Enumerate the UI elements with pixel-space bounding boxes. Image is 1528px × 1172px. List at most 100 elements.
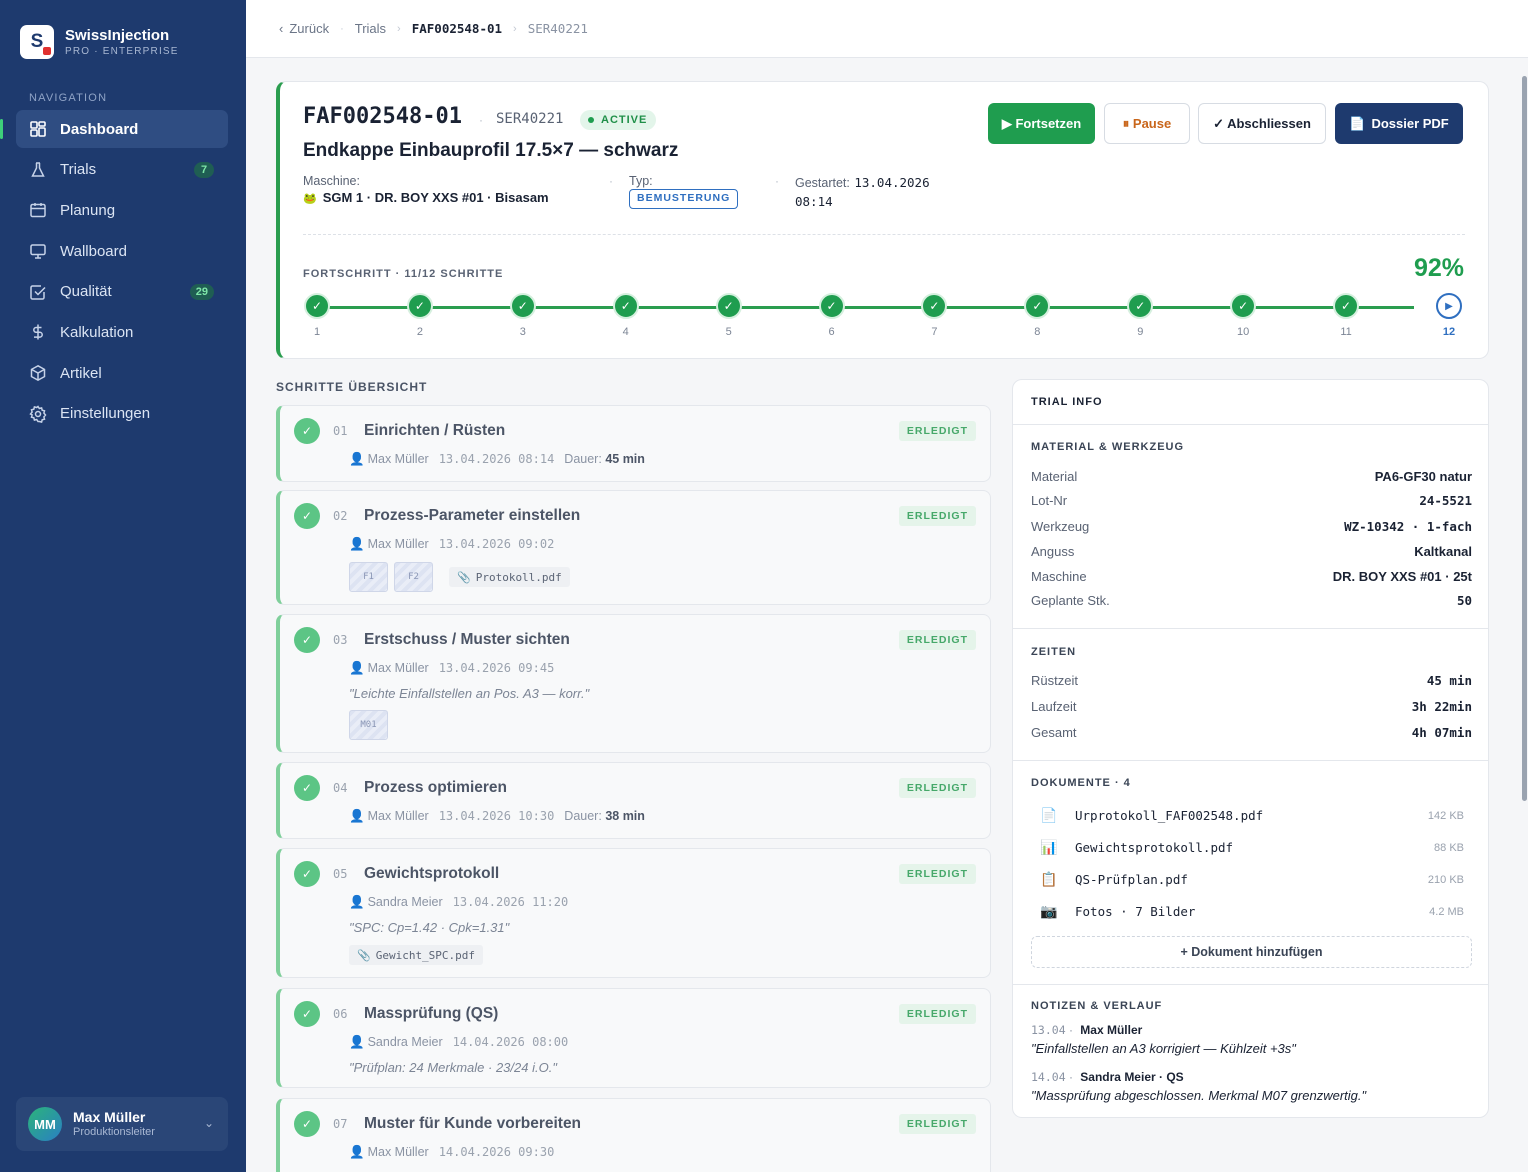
user-icon: 👤 — [349, 1035, 365, 1049]
step-done-indicator[interactable]: ✓ — [1024, 293, 1051, 319]
duration-value: 45 min — [605, 452, 645, 466]
step-meta: 👤 Max Müller 13.04.2026 09:02 — [349, 537, 554, 552]
brand[interactable]: S SwissInjection PRO · ENTERPRISE — [20, 25, 179, 59]
add-document-button[interactable]: + Dokument hinzufügen — [1031, 936, 1472, 968]
user-name: Max Müller — [73, 1109, 146, 1125]
time-value: 3h 22min — [1411, 699, 1472, 714]
step-user: Max Müller — [367, 452, 429, 466]
nav-item-kalkulation[interactable]: Kalkulation — [16, 313, 228, 351]
trial-info-title: TRIAL INFO — [1031, 396, 1103, 408]
step-card[interactable]: ✓ 05 Gewichtsprotokoll ERLEDIGT 👤 Sandra … — [276, 848, 991, 978]
check-square-icon — [29, 283, 47, 301]
status-badge: ERLEDIGT — [898, 506, 976, 526]
file-name: Gewicht_SPC.pdf — [375, 948, 476, 962]
calendar-icon — [29, 201, 47, 219]
finish-button[interactable]: ✓ Abschliessen — [1198, 103, 1326, 144]
user-icon: 👤 — [349, 895, 365, 909]
step-done-indicator[interactable]: ✓ — [1333, 293, 1360, 319]
step-card[interactable]: ✓ 07 Muster für Kunde vorbereiten ERLEDI… — [276, 1098, 991, 1172]
photo-thumbnail[interactable]: F1 — [349, 562, 388, 592]
step-done-indicator[interactable]: ✓ — [818, 293, 845, 319]
material-value: WZ-10342 · 1-fach — [1344, 519, 1472, 534]
step-done-indicator[interactable]: ✓ — [612, 293, 639, 319]
scrollbar-thumb[interactable] — [1522, 76, 1527, 801]
step-done-indicator[interactable]: ✓ — [1230, 293, 1257, 319]
dollar-icon — [29, 323, 47, 341]
nav-item-artikel[interactable]: Artikel — [16, 354, 228, 392]
photo-thumbnail[interactable]: F2 — [394, 562, 433, 592]
nav-item-trials[interactable]: Trials 7 — [16, 151, 228, 189]
status-text: ACTIVE — [601, 114, 648, 126]
status-badge: ACTIVE — [580, 110, 657, 130]
document-row[interactable]: 📷 Fotos · 7 Bilder 4.2 MB — [1039, 903, 1464, 920]
duration-label: Dauer: — [564, 809, 602, 823]
scrollbar[interactable] — [1520, 58, 1528, 1172]
document-row[interactable]: 📋 QS-Prüfplan.pdf 210 KB — [1039, 871, 1464, 888]
step-current-indicator[interactable]: ▶ — [1436, 293, 1462, 319]
note-meta: 14.04 · Sandra Meier · QS — [1031, 1070, 1184, 1084]
continue-button[interactable]: ▶ Fortsetzen — [988, 103, 1095, 144]
document-row[interactable]: 📊 Gewichtsprotokoll.pdf 88 KB — [1039, 839, 1464, 856]
time-key: Rüstzeit — [1031, 673, 1078, 688]
paperclip-icon: 📎 — [457, 570, 471, 584]
photo-thumbnail[interactable]: M01 — [349, 710, 388, 740]
step-card[interactable]: ✓ 01 Einrichten / Rüsten ERLEDIGT 👤 Max M… — [276, 405, 991, 482]
user-menu[interactable]: MM Max Müller Produktionsleiter ⌄ — [16, 1097, 228, 1151]
nav-item-wallboard[interactable]: Wallboard — [16, 232, 228, 270]
step-meta: 👤 Sandra Meier 13.04.2026 11:20 — [349, 895, 568, 910]
step-card[interactable]: ✓ 02 Prozess-Parameter einstellen ERLEDI… — [276, 490, 991, 605]
material-row: Anguss Kaltkanal — [1031, 544, 1472, 559]
step-done-indicator[interactable]: ✓ — [304, 293, 330, 319]
user-icon: 👤 — [349, 452, 365, 466]
progress-label: FORTSCHRITT · 11/12 SCHRITTE — [303, 268, 504, 280]
step-done-indicator[interactable]: ✓ — [715, 293, 742, 319]
note-date: 14.04 — [1031, 1070, 1066, 1084]
nav-item-qualitaet[interactable]: Qualität 29 — [16, 273, 228, 311]
file-attachment[interactable]: 📎 Protokoll.pdf — [449, 567, 570, 587]
material-row: Material PA6-GF30 natur — [1031, 469, 1472, 484]
started-time: 08:14 — [795, 194, 833, 209]
breadcrumb-order[interactable]: FAF002548-01 — [412, 21, 502, 36]
material-value: DR. BOY XXS #01 · 25t — [1332, 569, 1472, 584]
material-key: Anguss — [1031, 544, 1075, 559]
step-done-indicator[interactable]: ✓ — [1127, 293, 1154, 319]
step-number-label: 4 — [622, 326, 629, 338]
step-card[interactable]: ✓ 04 Prozess optimieren ERLEDIGT 👤 Max Mü… — [276, 762, 991, 839]
file-attachment[interactable]: 📎 Gewicht_SPC.pdf — [349, 945, 484, 965]
pdf-button-label: Dossier PDF — [1371, 116, 1449, 131]
breadcrumb-trials[interactable]: Trials — [355, 21, 386, 36]
nav-item-einstellungen[interactable]: Einstellungen — [16, 395, 228, 433]
step-done-indicator[interactable]: ✓ — [509, 293, 536, 319]
material-key: Geplante Stk. — [1031, 593, 1110, 608]
time-row: Gesamt 4h 07min — [1031, 725, 1472, 740]
meta-started: Gestartet: 13.04.2026 08:14 — [795, 174, 930, 209]
chart-file-icon: 📊 — [1040, 839, 1058, 855]
user-role: Produktionsleiter — [73, 1126, 155, 1138]
back-link[interactable]: Zurück — [289, 21, 329, 36]
step-meta: 👤 Max Müller 14.04.2026 09:30 — [349, 1145, 554, 1160]
step-done-indicator[interactable]: ✓ — [921, 293, 948, 319]
material-value: 50 — [1456, 593, 1472, 608]
step-card[interactable]: ✓ 06 Massprüfung (QS) ERLEDIGT 👤 Sandra M… — [276, 988, 991, 1088]
dossier-pdf-button[interactable]: 📄 Dossier PDF — [1335, 103, 1463, 144]
document-row[interactable]: 📄 Urprotokoll_FAF002548.pdf 142 KB — [1039, 807, 1464, 824]
step-number: 07 — [333, 1117, 348, 1131]
breadcrumb-separator: · — [340, 22, 344, 35]
chevron-down-icon[interactable]: ⌄ — [204, 1116, 214, 1130]
step-meta: 👤 Sandra Meier 14.04.2026 08:00 — [349, 1035, 568, 1050]
step-done-indicator[interactable]: ✓ — [406, 293, 433, 319]
nav-item-dashboard[interactable]: Dashboard — [0, 110, 228, 148]
material-section-title: MATERIAL & WERKZEUG — [1031, 441, 1185, 453]
pause-button[interactable]: ⏸ Pause — [1104, 103, 1190, 144]
step-user: Max Müller — [367, 1145, 429, 1159]
document-size: 210 KB — [1427, 873, 1464, 886]
step-title: Prozess optimieren — [364, 779, 507, 796]
back-chevron-icon[interactable]: ‹ — [279, 21, 283, 36]
meta-machine: Maschine: 🐸 SGM 1 · DR. BOY XXS #01 · Bis… — [303, 174, 549, 205]
trial-header-card: FAF002548-01 · SER40221 ACTIVE Endkappe … — [276, 81, 1489, 359]
step-number: 02 — [333, 509, 348, 523]
nav-item-planung[interactable]: Planung — [16, 191, 228, 229]
machine-label: Maschine: — [303, 174, 360, 188]
step-meta: 👤 Max Müller 13.04.2026 08:14 Dauer: 45 min — [349, 452, 645, 467]
step-card[interactable]: ✓ 03 Erstschuss / Muster sichten ERLEDIG… — [276, 614, 991, 753]
